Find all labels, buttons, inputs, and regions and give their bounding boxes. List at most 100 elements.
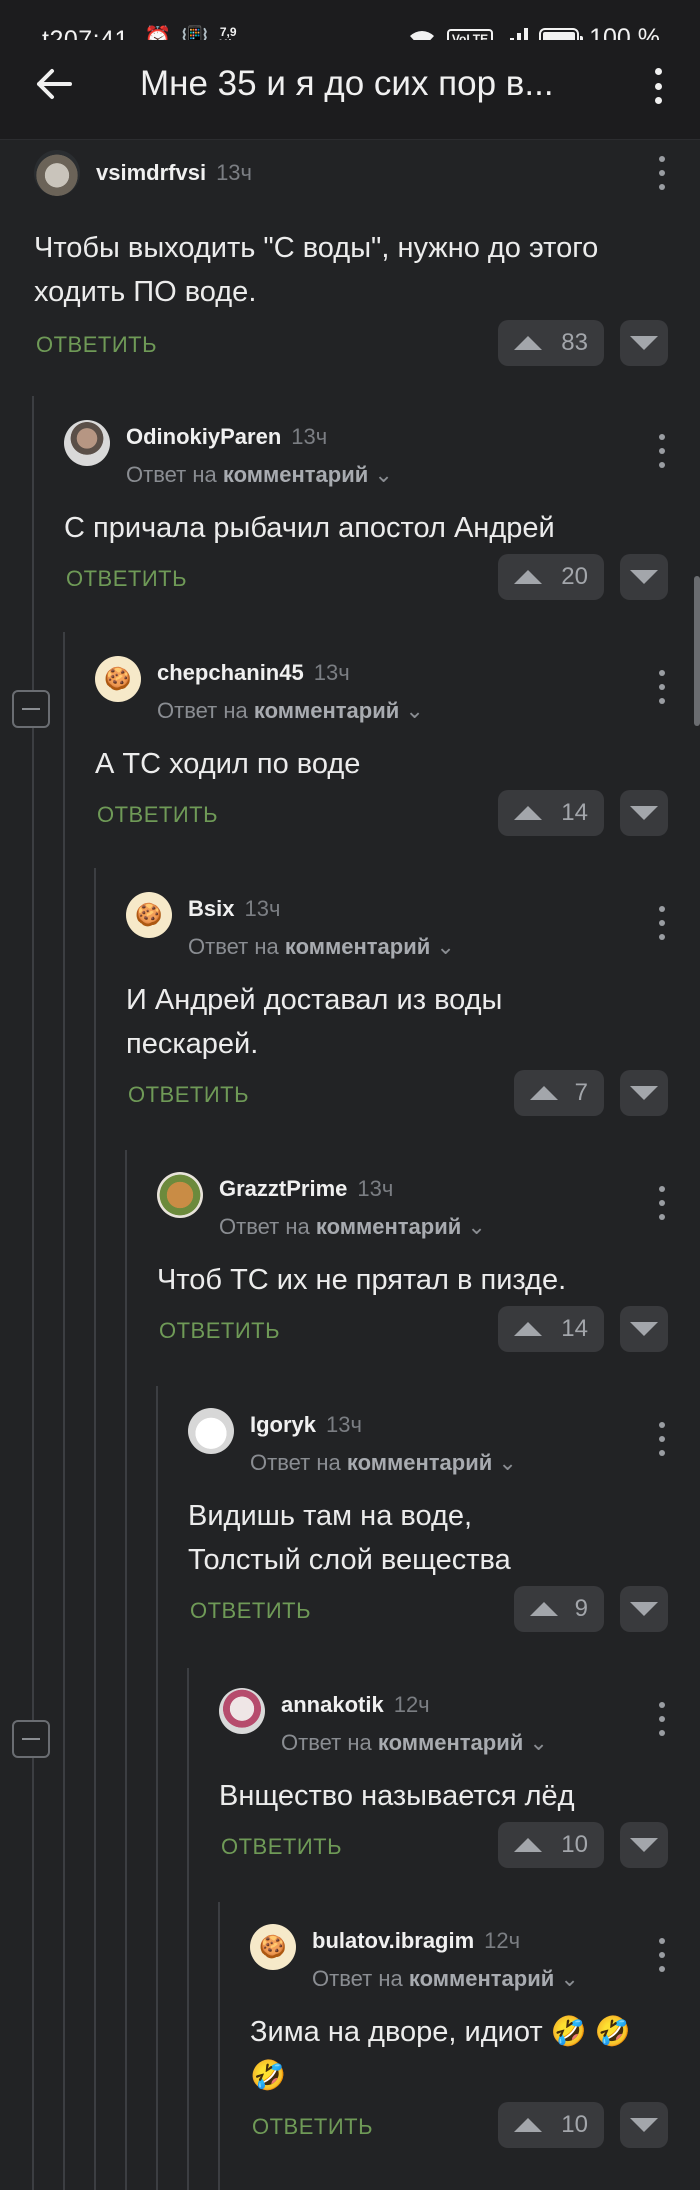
comment-text: А ТС ходил по воде bbox=[95, 748, 361, 780]
reply-button[interactable]: ОТВЕТИТЬ bbox=[159, 1318, 280, 1344]
comment-time: 13ч bbox=[326, 1412, 362, 1437]
upvote-button[interactable]: 20 bbox=[498, 554, 604, 600]
comment-text: Видишь там на воде, Толстый слой веществ… bbox=[188, 1500, 511, 1576]
comment-menu-button[interactable] bbox=[652, 906, 672, 940]
comment-menu-button[interactable] bbox=[652, 434, 672, 468]
avatar[interactable]: 🍪 bbox=[95, 656, 141, 702]
avatar[interactable] bbox=[188, 1408, 234, 1454]
scrollbar[interactable] bbox=[694, 576, 700, 726]
upvote-button[interactable]: 14 bbox=[498, 790, 604, 836]
vote-count: 10 bbox=[561, 2111, 588, 2138]
reply-button[interactable]: ОТВЕТИТЬ bbox=[252, 2114, 373, 2140]
thread-line bbox=[187, 1668, 189, 2190]
vote-count: 14 bbox=[561, 1315, 588, 1342]
downvote-button[interactable] bbox=[620, 1306, 668, 1352]
reply-button[interactable]: ОТВЕТИТЬ bbox=[128, 1082, 249, 1108]
collapse-thread-button[interactable] bbox=[12, 690, 50, 728]
thread-line bbox=[63, 632, 65, 2190]
more-options-button[interactable] bbox=[646, 64, 670, 108]
comment-author[interactable]: Igoryk 13ч bbox=[250, 1412, 362, 1438]
reply-to-link[interactable]: Ответ на комментарий ⌄ bbox=[281, 1730, 548, 1756]
upvote-icon bbox=[514, 806, 542, 820]
reply-button[interactable]: ОТВЕТИТЬ bbox=[190, 1598, 311, 1624]
upvote-icon bbox=[514, 2118, 542, 2132]
upvote-button[interactable]: 10 bbox=[498, 2102, 604, 2148]
comment: 🍪 chepchanin45 13ч Ответ на комментарий ⌄… bbox=[95, 656, 675, 856]
back-button[interactable] bbox=[30, 60, 78, 108]
comment-author[interactable]: vsimdrfvsi 13ч bbox=[96, 160, 252, 186]
comment: OdinokiyParen 13ч Ответ на комментарий ⌄ … bbox=[64, 420, 674, 620]
upvote-button[interactable]: 7 bbox=[514, 1070, 604, 1116]
upvote-icon bbox=[514, 1322, 542, 1336]
comment-author[interactable]: chepchanin45 13ч bbox=[157, 660, 350, 686]
vote-count: 14 bbox=[561, 799, 588, 826]
reply-to-link[interactable]: Ответ на комментарий ⌄ bbox=[188, 934, 455, 960]
downvote-button[interactable] bbox=[620, 320, 668, 366]
upvote-button[interactable]: 83 bbox=[498, 320, 604, 366]
vote-count: 9 bbox=[574, 1595, 588, 1622]
comment: 🍪 Bsix 13ч Ответ на комментарий ⌄ И Андре… bbox=[126, 892, 676, 1142]
avatar[interactable] bbox=[219, 1688, 265, 1734]
downvote-button[interactable] bbox=[620, 2102, 668, 2148]
reply-button[interactable]: ОТВЕТИТЬ bbox=[221, 1834, 342, 1860]
comment-menu-button[interactable] bbox=[652, 1422, 672, 1456]
thread-line bbox=[32, 396, 34, 2190]
reply-to-link[interactable]: Ответ на комментарий ⌄ bbox=[126, 462, 393, 488]
reply-to-link[interactable]: Ответ на комментарий ⌄ bbox=[219, 1214, 486, 1240]
avatar[interactable] bbox=[64, 420, 110, 466]
reply-button[interactable]: ОТВЕТИТЬ bbox=[66, 566, 187, 592]
comment-author[interactable]: OdinokiyParen 13ч bbox=[126, 424, 327, 450]
comment-text: Чтоб ТС их не прятал в пизде. bbox=[157, 1264, 567, 1296]
downvote-button[interactable] bbox=[620, 554, 668, 600]
comment: GrazztPrime 13ч Ответ на комментарий ⌄ Чт… bbox=[157, 1172, 677, 1372]
comment-menu-button[interactable] bbox=[652, 1186, 672, 1220]
reply-button[interactable]: ОТВЕТИТЬ bbox=[36, 332, 157, 358]
comment-menu-button[interactable] bbox=[652, 670, 672, 704]
comment-text: И Андрей доставал из воды пескарей. bbox=[126, 984, 503, 1060]
comment-menu-button[interactable] bbox=[652, 156, 672, 190]
upvote-icon bbox=[530, 1602, 558, 1616]
comment-time: 13ч bbox=[291, 424, 328, 449]
downvote-icon bbox=[630, 570, 658, 584]
comment-author[interactable]: Bsix 13ч bbox=[188, 896, 280, 922]
page-title: Мне 35 и я до сих пор в... bbox=[140, 64, 554, 103]
downvote-button[interactable] bbox=[620, 1586, 668, 1632]
avatar[interactable] bbox=[157, 1172, 203, 1218]
comment-text: Внщество называется лёд bbox=[219, 1780, 575, 1812]
thread-line bbox=[218, 1902, 220, 2190]
reply-to-link[interactable]: Ответ на комментарий ⌄ bbox=[157, 698, 424, 724]
comment: vsimdrfvsi 13ч Чтобы выходить "С воды", н… bbox=[34, 150, 674, 370]
comment-author[interactable]: annakotik 12ч bbox=[281, 1692, 430, 1718]
downvote-icon bbox=[630, 1838, 658, 1852]
comment-menu-button[interactable] bbox=[652, 1938, 672, 1972]
thread-line bbox=[94, 868, 96, 2190]
app-header: Мне 35 и я до сих пор в... bbox=[0, 40, 700, 140]
reply-to-link[interactable]: Ответ на комментарий ⌄ bbox=[250, 1450, 517, 1476]
avatar[interactable]: 🍪 bbox=[126, 892, 172, 938]
avatar[interactable]: 🍪 bbox=[250, 1924, 296, 1970]
comment-author[interactable]: bulatov.ibragim 12ч bbox=[312, 1928, 520, 1954]
vote-count: 10 bbox=[561, 1831, 588, 1858]
comment-time: 13ч bbox=[216, 160, 252, 185]
downvote-icon bbox=[630, 1602, 658, 1616]
comment-menu-button[interactable] bbox=[652, 1702, 672, 1736]
reply-to-link[interactable]: Ответ на комментарий ⌄ bbox=[312, 1966, 579, 1992]
comment-author[interactable]: GrazztPrime 13ч bbox=[219, 1176, 393, 1202]
reply-button[interactable]: ОТВЕТИТЬ bbox=[97, 802, 218, 828]
upvote-button[interactable]: 9 bbox=[514, 1586, 604, 1632]
upvote-button[interactable]: 14 bbox=[498, 1306, 604, 1352]
collapse-thread-button[interactable] bbox=[12, 1720, 50, 1758]
downvote-button[interactable] bbox=[620, 1070, 668, 1116]
comment: annakotik 12ч Ответ на комментарий ⌄ Внще… bbox=[219, 1688, 679, 1888]
upvote-button[interactable]: 10 bbox=[498, 1822, 604, 1868]
comment: 🍪 bulatov.ibragim 12ч Ответ на комментари… bbox=[250, 1924, 680, 2174]
thread-line bbox=[156, 1386, 158, 2190]
upvote-icon bbox=[530, 1086, 558, 1100]
vote-count: 20 bbox=[561, 563, 588, 590]
downvote-icon bbox=[630, 1322, 658, 1336]
vote-count: 83 bbox=[561, 329, 588, 356]
downvote-button[interactable] bbox=[620, 1822, 668, 1868]
upvote-icon bbox=[514, 1838, 542, 1852]
downvote-button[interactable] bbox=[620, 790, 668, 836]
avatar[interactable] bbox=[34, 150, 80, 196]
